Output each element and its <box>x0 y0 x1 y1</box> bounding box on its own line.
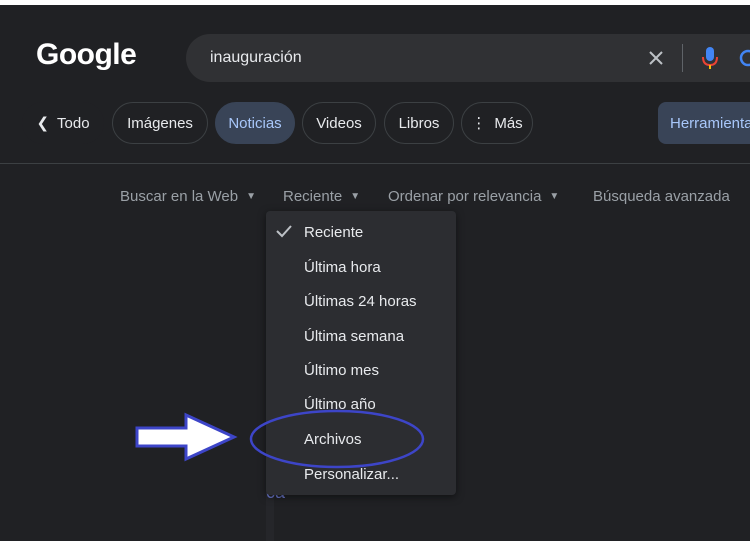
annotation-ellipse <box>249 409 425 469</box>
chevron-left-icon: ❮ <box>36 115 50 132</box>
caret-down-icon: ▼ <box>549 191 560 202</box>
toolbar-divider <box>0 163 750 164</box>
tab-news-label: Noticias <box>228 114 282 132</box>
tab-images[interactable]: Imágenes <box>112 102 208 144</box>
check-icon <box>276 225 292 238</box>
advanced-search-link[interactable]: Búsqueda avanzada <box>593 188 730 205</box>
sort-dropdown[interactable]: Ordenar por relevancia ▼ <box>388 188 559 205</box>
menu-item-recent[interactable]: Reciente <box>304 224 363 241</box>
search-web-dropdown[interactable]: Buscar en la Web ▼ <box>120 188 256 205</box>
tab-news[interactable]: Noticias <box>215 102 295 144</box>
search-input[interactable]: inauguración <box>210 49 302 67</box>
tab-books[interactable]: Libros <box>384 102 454 144</box>
tab-videos[interactable]: Videos <box>302 102 376 144</box>
menu-item-last-month[interactable]: Último mes <box>304 362 379 379</box>
tools-button[interactable]: Herramientas <box>658 102 750 144</box>
caret-down-icon: ▼ <box>350 191 361 202</box>
time-filter-dropdown[interactable]: Reciente ▼ <box>283 188 360 205</box>
caret-down-icon: ▼ <box>246 191 257 202</box>
back-to-all-chip[interactable]: ❮ Todo <box>22 102 104 144</box>
chip-todo-label: Todo <box>57 114 90 132</box>
search-divider <box>682 44 683 72</box>
sort-label: Ordenar por relevancia <box>388 188 542 205</box>
search-web-label: Buscar en la Web <box>120 188 239 205</box>
search-box[interactable]: inauguración <box>186 34 750 82</box>
tools-button-label: Herramientas <box>670 114 750 132</box>
close-icon[interactable] <box>644 46 668 70</box>
tab-more[interactable]: ⋮ Más <box>461 102 533 144</box>
menu-item-last-hour[interactable]: Última hora <box>304 259 381 276</box>
google-logo[interactable]: Google <box>36 38 137 72</box>
lens-icon[interactable] <box>736 46 750 70</box>
menu-item-last-week[interactable]: Última semana <box>304 328 404 345</box>
tab-images-label: Imágenes <box>127 114 193 132</box>
tab-videos-label: Videos <box>316 114 362 132</box>
screenshot-frame-top <box>0 0 750 5</box>
tab-books-label: Libros <box>398 114 440 132</box>
time-filter-label: Reciente <box>283 188 343 205</box>
tab-more-label: Más <box>494 114 523 132</box>
more-vertical-icon: ⋮ <box>471 115 487 132</box>
microphone-icon[interactable] <box>700 46 720 70</box>
annotation-arrow-icon <box>135 412 238 462</box>
menu-item-last-24-hours[interactable]: Últimas 24 horas <box>304 293 417 310</box>
